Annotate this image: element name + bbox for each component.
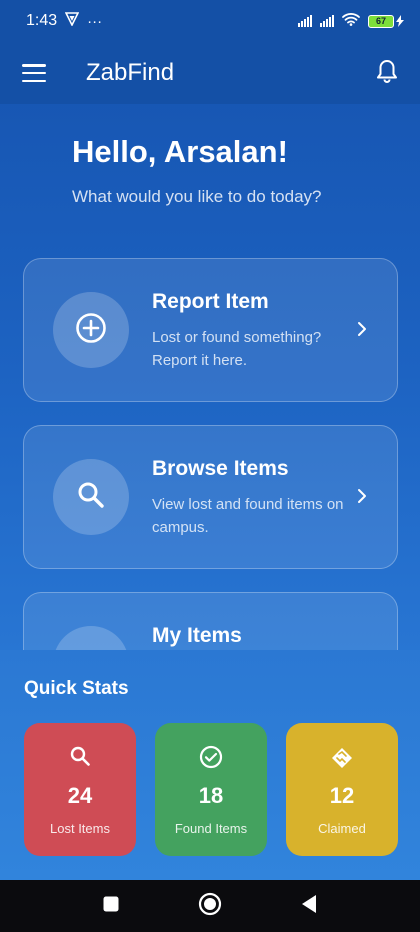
chevron-right-icon [357,321,367,342]
report-item-card[interactable]: Report Item Lost or found something? Rep… [23,258,398,402]
battery-level: 67 [368,14,394,28]
vpn-icon [64,12,80,30]
handshake-icon [328,745,356,769]
home-button-icon[interactable] [198,892,222,921]
plus-circle-icon [75,312,107,349]
menu-icon[interactable] [22,64,46,82]
status-time: 1:43 [26,12,58,29]
stat-value: 18 [198,783,224,808]
report-item-title: Report Item [152,290,269,313]
my-items-icon-circle [53,626,129,650]
search-icon [69,745,91,769]
back-button-icon[interactable] [300,894,318,919]
stat-label: Claimed [318,821,366,836]
browse-items-desc: View lost and found items on campus. [152,496,344,536]
stat-value: 24 [67,783,93,808]
signal-2-icon [320,15,334,27]
stat-found-items[interactable]: 18 Found Items [155,723,267,856]
system-nav-bar [0,880,420,932]
stat-value: 12 [329,783,355,808]
more-notifications-icon: ··· [87,12,103,30]
my-items-card[interactable]: My Items [23,592,398,650]
report-item-desc: Lost or found something? Report it here. [152,329,322,369]
stat-label: Found Items [174,821,248,836]
signal-1-icon [298,15,312,27]
greeting-title: Hello, Arsalan! [72,134,288,169]
app-bar: ZabFind [0,42,420,104]
greeting-subtitle: What would you like to do today? [72,187,322,206]
quick-stats-title: Quick Stats [24,678,129,699]
status-bar: 1:43 ··· 67 [0,0,420,42]
recents-button-icon[interactable] [102,895,120,918]
stat-label: Lost Items [50,821,110,836]
app-title: ZabFind [86,59,175,86]
my-items-title: My Items [152,624,242,647]
browse-items-icon-circle [53,459,129,535]
status-right: 67 [298,12,404,30]
search-icon [76,480,106,515]
notifications-bell-icon[interactable] [376,59,398,88]
browse-items-title: Browse Items [152,457,289,480]
wifi-icon [342,12,360,30]
report-item-icon-circle [53,292,129,368]
stat-claimed[interactable]: 12 Claimed [286,723,398,856]
status-left: 1:43 ··· [26,12,102,30]
check-circle-icon [199,745,223,769]
main-scroll[interactable]: Hello, Arsalan! What would you like to d… [0,104,420,650]
quick-stats-panel: Quick Stats 24 Lost Items 18 Found Items… [0,650,420,880]
browse-items-card[interactable]: Browse Items View lost and found items o… [23,425,398,569]
battery-icon: 67 [368,14,404,28]
stat-lost-items[interactable]: 24 Lost Items [24,723,136,856]
chevron-right-icon [357,488,367,509]
